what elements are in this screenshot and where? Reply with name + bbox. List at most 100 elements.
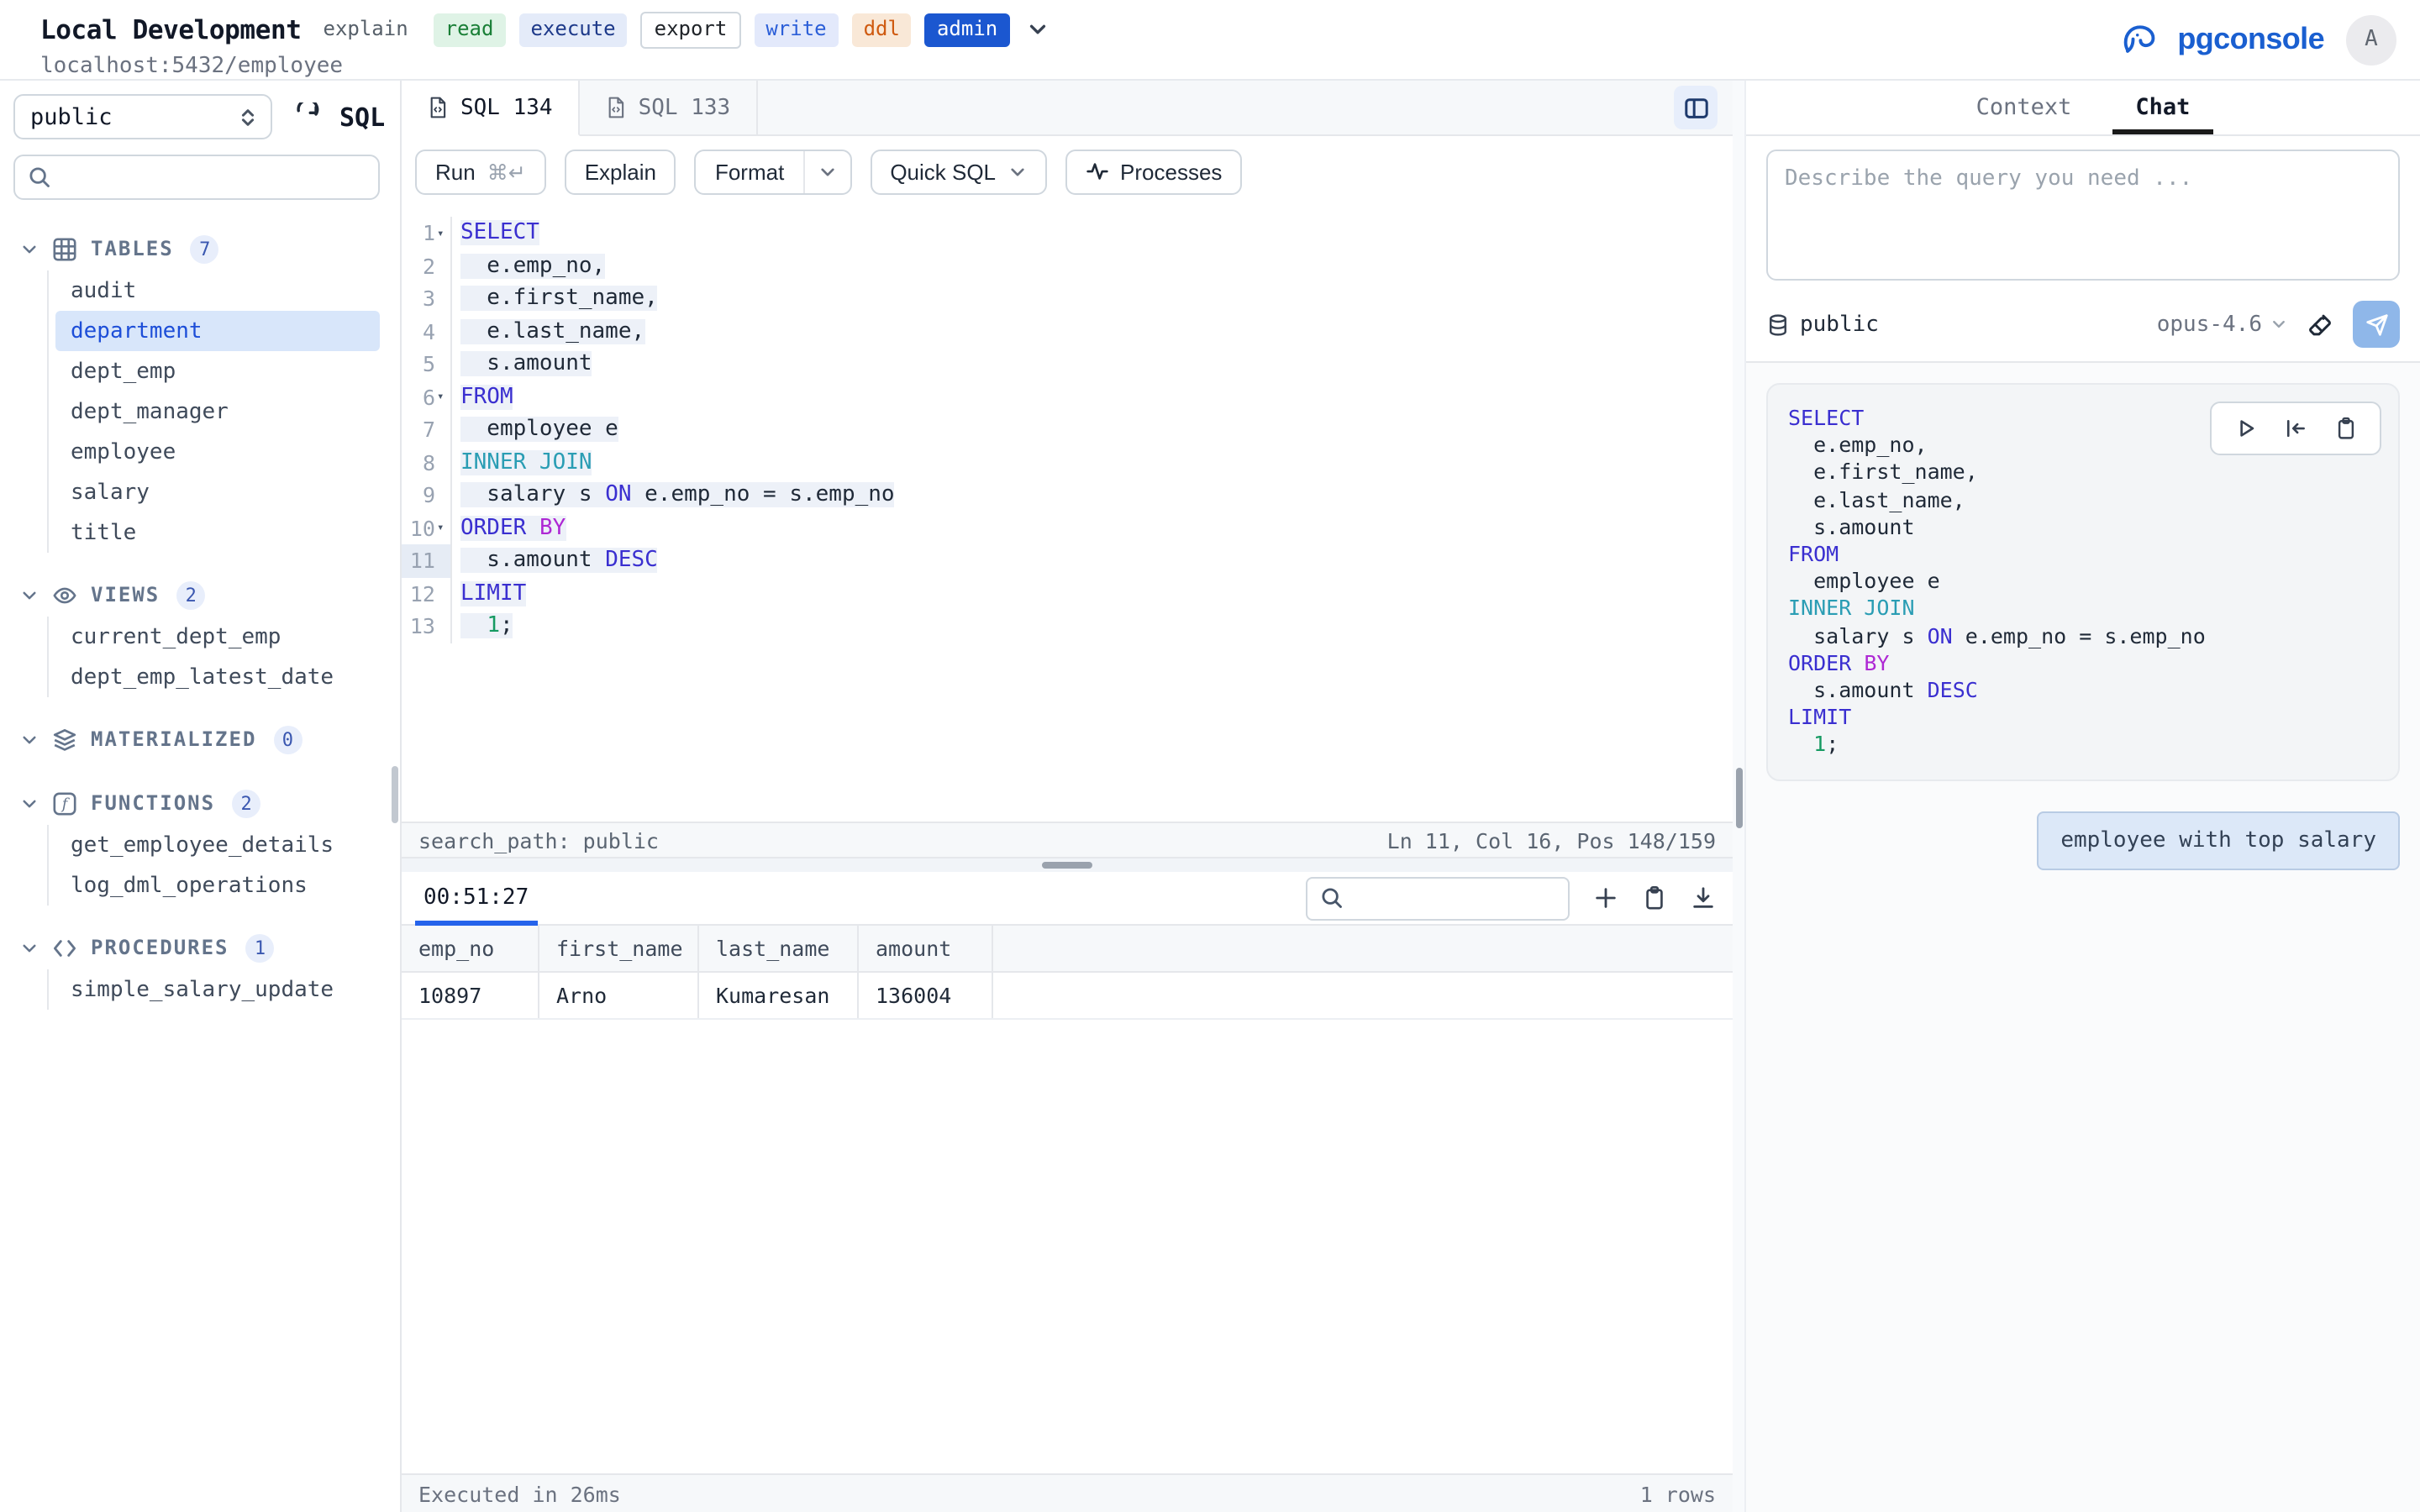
line-number[interactable]: 5: [402, 348, 452, 381]
fold-toggle-icon[interactable]: ▾: [435, 391, 450, 404]
copy-code-icon[interactable]: [2334, 417, 2358, 440]
run-code-play-icon[interactable]: [2233, 417, 2257, 440]
sql-editor[interactable]: 1▾SELECT2 e.emp_no,3 e.first_name,4 e.la…: [402, 207, 1733, 822]
code-line[interactable]: FROM: [452, 385, 513, 410]
panel-resize-divider[interactable]: [1733, 81, 1746, 1512]
fold-toggle-icon[interactable]: ▾: [435, 522, 450, 535]
line-number-text: 9: [423, 483, 435, 508]
format-button[interactable]: Format: [695, 149, 851, 194]
sidebar-section-header-materialized[interactable]: MATERIALIZED0: [0, 717, 400, 761]
sql-mode-label[interactable]: SQL: [339, 102, 385, 132]
chat-prompt-input[interactable]: [1766, 150, 2400, 281]
code-line[interactable]: s.amount DESC: [452, 549, 658, 574]
line-number[interactable]: 11: [402, 544, 452, 577]
send-message-button[interactable]: [2353, 301, 2400, 348]
sidebar-item-dept_manager[interactable]: dept_manager: [55, 391, 380, 432]
line-number[interactable]: 10▾: [402, 512, 452, 544]
code-text: salary s ON e.emp_no = s.emp_no: [460, 483, 895, 508]
code-line[interactable]: 1;: [452, 614, 513, 639]
chat-schema-chip[interactable]: public: [1766, 312, 1879, 337]
column-header-amount[interactable]: amount: [859, 926, 993, 971]
code-text: FROM: [460, 385, 513, 410]
tab-sql-133[interactable]: SQL 133: [580, 81, 758, 134]
tab-sql-134[interactable]: SQL 134: [402, 81, 580, 136]
sidebar-section-header-functions[interactable]: fFUNCTIONS2: [0, 781, 400, 825]
table-row[interactable]: 10897ArnoKumaresan136004: [402, 973, 1733, 1020]
schema-select[interactable]: public: [13, 94, 272, 139]
sidebar-section-header-views[interactable]: VIEWS2: [0, 573, 400, 617]
format-dropdown-chevron-icon[interactable]: [802, 150, 850, 192]
code-line[interactable]: ORDER BY: [452, 516, 566, 541]
code-line[interactable]: e.emp_no,: [452, 254, 605, 279]
table-cell[interactable]: 136004: [859, 973, 993, 1018]
results-empty-area: [402, 1020, 1733, 1473]
results-search-input[interactable]: [1355, 885, 1556, 911]
sidebar-item-log_dml_operations[interactable]: log_dml_operations: [55, 865, 380, 906]
line-number[interactable]: 2: [402, 249, 452, 282]
code-line[interactable]: e.last_name,: [452, 319, 644, 344]
line-number[interactable]: 4: [402, 315, 452, 348]
sidebar-item-simple_salary_update[interactable]: simple_salary_update: [55, 969, 380, 1010]
quick-sql-button[interactable]: Quick SQL: [870, 149, 1046, 194]
download-results-icon[interactable]: [1691, 885, 1716, 911]
panel-tab-context[interactable]: Context: [1953, 81, 2096, 134]
user-avatar[interactable]: A: [2346, 14, 2396, 65]
run-button[interactable]: Run ⌘↵: [415, 149, 546, 194]
column-header-first_name[interactable]: first_name: [539, 926, 699, 971]
model-selector[interactable]: opus-4.6: [2157, 312, 2287, 337]
line-number[interactable]: 7: [402, 413, 452, 446]
add-results-tab-icon[interactable]: [1593, 885, 1618, 911]
results-tab-timer[interactable]: 00:51:27: [415, 872, 537, 924]
connection-menu-chevron-icon[interactable]: [1026, 19, 1048, 41]
code-line[interactable]: salary s ON e.emp_no = s.emp_no: [452, 483, 895, 508]
refresh-schema-icon[interactable]: [292, 102, 321, 131]
copy-results-icon[interactable]: [1642, 885, 1667, 911]
column-header-last_name[interactable]: last_name: [699, 926, 859, 971]
code-line[interactable]: SELECT: [452, 221, 539, 246]
panel-tab-chat[interactable]: Chat: [2112, 81, 2213, 134]
table-cell[interactable]: 10897: [402, 973, 539, 1018]
sidebar-item-dept_emp_latest_date[interactable]: dept_emp_latest_date: [55, 657, 380, 697]
section-label: MATERIALIZED: [91, 727, 256, 751]
sidebar-item-employee[interactable]: employee: [55, 432, 380, 472]
line-number[interactable]: 3: [402, 282, 452, 315]
results-search[interactable]: [1306, 876, 1570, 920]
explain-button[interactable]: Explain: [565, 149, 676, 194]
clear-chat-eraser-icon[interactable]: [2306, 310, 2334, 339]
sidebar-item-current_dept_emp[interactable]: current_dept_emp: [55, 617, 380, 657]
section-items: auditdepartmentdept_empdept_manageremplo…: [47, 270, 400, 553]
section-label: FUNCTIONS: [91, 791, 215, 815]
sidebar-item-department[interactable]: department: [55, 311, 380, 351]
line-number[interactable]: 9: [402, 479, 452, 512]
insert-into-editor-icon[interactable]: [2284, 417, 2307, 440]
sidebar-item-audit[interactable]: audit: [55, 270, 380, 311]
sidebar-section-header-tables[interactable]: TABLES7: [0, 227, 400, 270]
table-cell[interactable]: Arno: [539, 973, 699, 1018]
code-line[interactable]: e.first_name,: [452, 286, 658, 312]
column-header-emp_no[interactable]: emp_no: [402, 926, 539, 971]
processes-button[interactable]: Processes: [1065, 149, 1242, 194]
sidebar-section-header-procedures[interactable]: PROCEDURES1: [0, 926, 400, 969]
sidebar-item-dept_emp[interactable]: dept_emp: [55, 351, 380, 391]
line-number[interactable]: 8: [402, 446, 452, 479]
sidebar-search-input[interactable]: [62, 165, 366, 190]
sidebar-item-salary[interactable]: salary: [55, 472, 380, 512]
sidebar-item-get_employee_details[interactable]: get_employee_details: [55, 825, 380, 865]
code-line[interactable]: s.amount: [452, 352, 592, 377]
fold-toggle-icon[interactable]: ▾: [435, 227, 450, 240]
code-line[interactable]: employee e: [452, 417, 618, 443]
line-number[interactable]: 12: [402, 577, 452, 610]
sidebar-item-title[interactable]: title: [55, 512, 380, 553]
toggle-side-panel-button[interactable]: [1674, 86, 1718, 129]
line-number[interactable]: 13: [402, 610, 452, 643]
line-number[interactable]: 6▾: [402, 381, 452, 413]
panel-resize-handle[interactable]: [1736, 768, 1743, 828]
sidebar-search[interactable]: [13, 155, 380, 200]
sidebar-scrollbar-thumb[interactable]: [392, 766, 398, 823]
line-number-text: 10: [410, 516, 435, 541]
code-line[interactable]: INNER JOIN: [452, 450, 592, 475]
code-line[interactable]: LIMIT: [452, 581, 526, 606]
table-cell[interactable]: Kumaresan: [699, 973, 859, 1018]
line-number[interactable]: 1▾: [402, 217, 452, 249]
results-resize-handle[interactable]: [1042, 862, 1092, 869]
